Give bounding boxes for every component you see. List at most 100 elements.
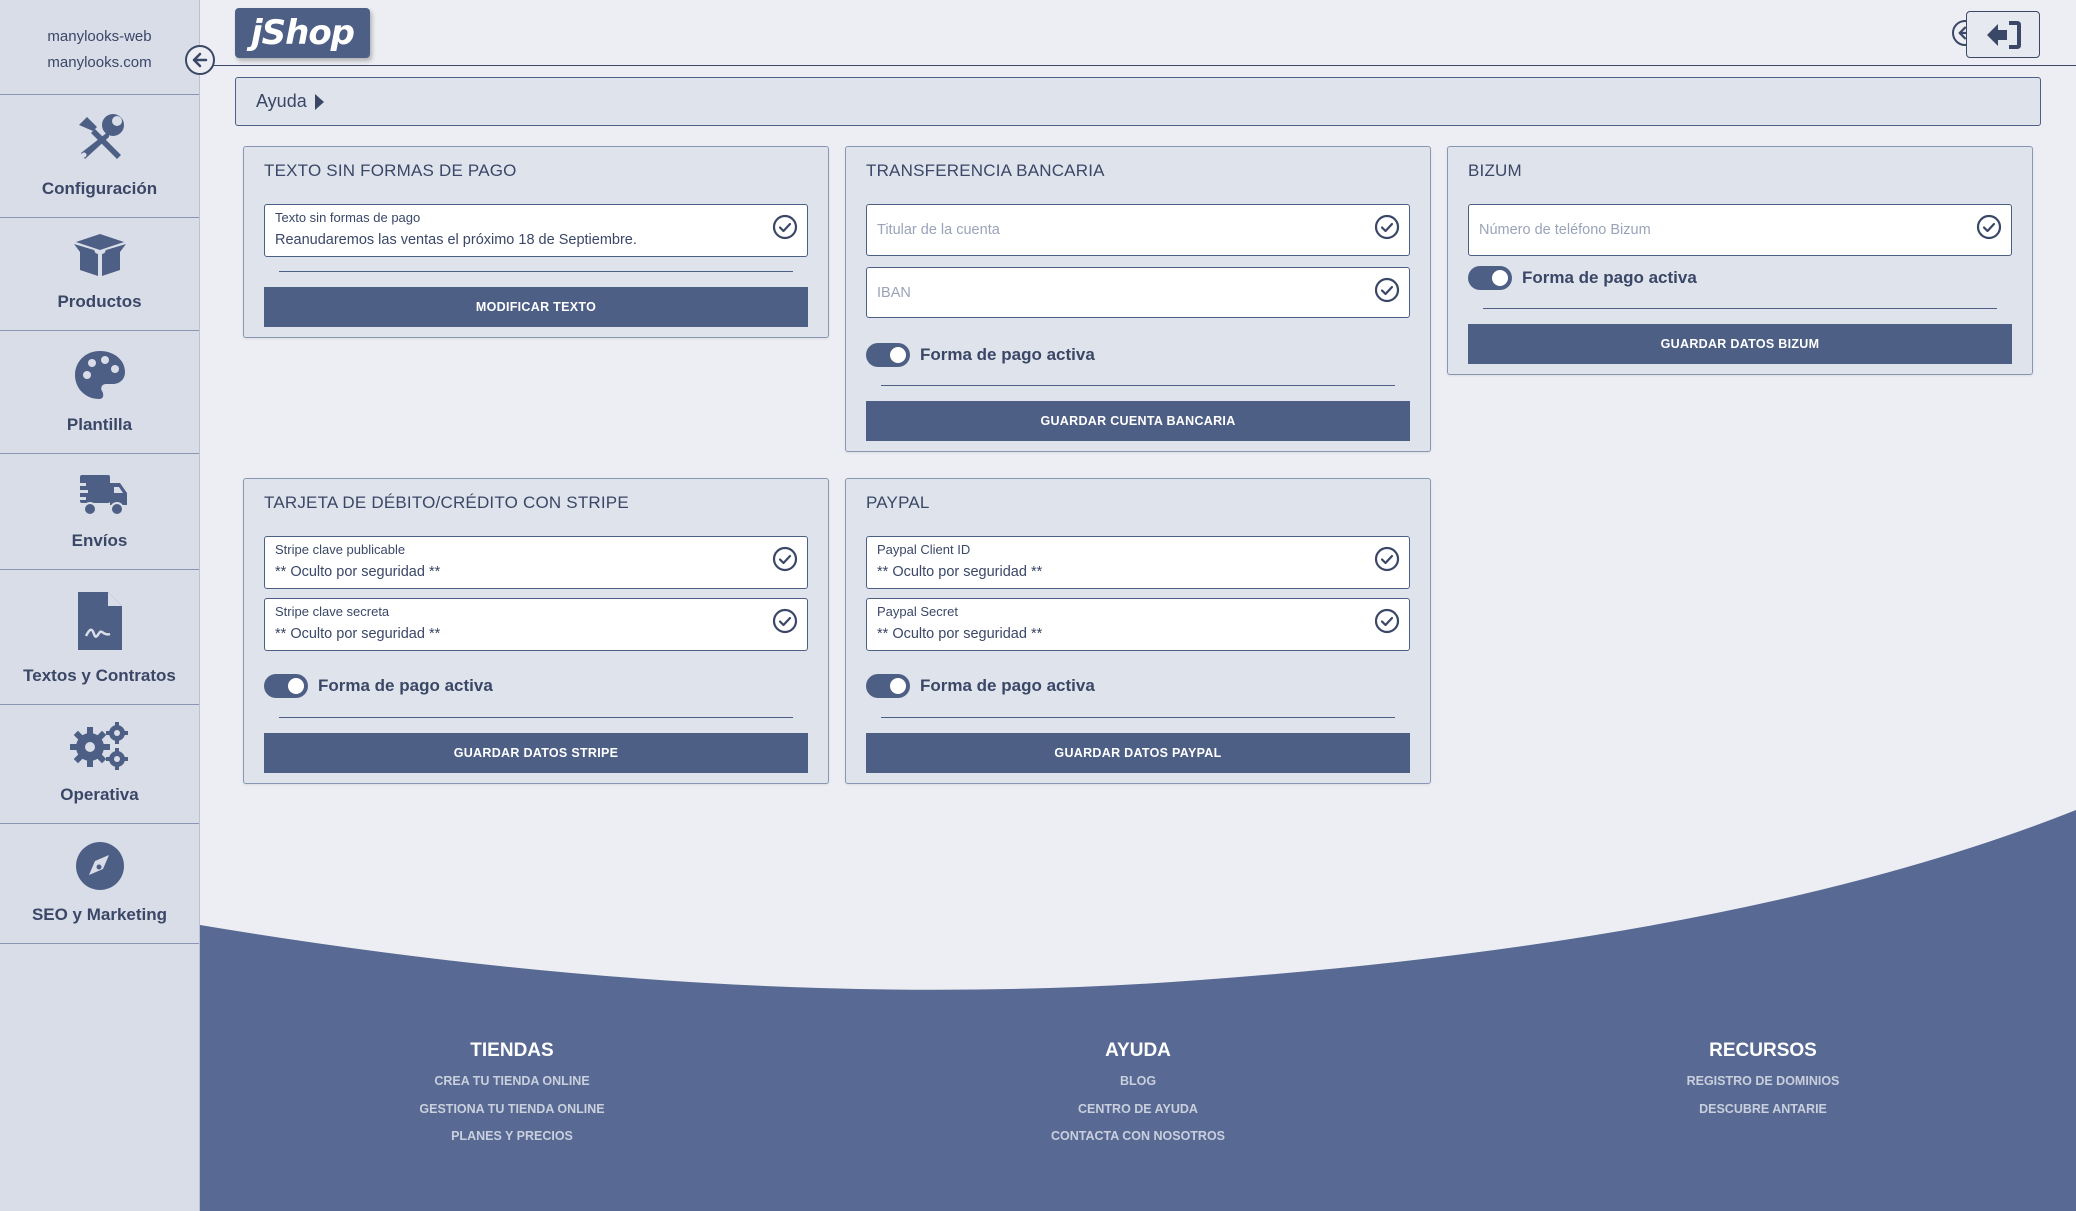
stripe-active-toggle[interactable] bbox=[264, 674, 308, 698]
caret-right-icon bbox=[314, 93, 324, 110]
divider bbox=[1483, 308, 1997, 309]
field-label: Stripe clave secreta bbox=[275, 604, 390, 619]
check-circle-icon bbox=[772, 608, 798, 634]
footer-link[interactable]: REGISTRO DE DOMINIOS bbox=[1613, 1068, 1913, 1096]
check-circle-icon bbox=[1374, 277, 1400, 303]
field-label: Stripe clave publicable bbox=[275, 542, 406, 557]
sidebar-item-plantilla[interactable]: Plantilla bbox=[0, 331, 199, 454]
divider bbox=[881, 385, 1395, 386]
sidebar-item-textos[interactable]: Textos y Contratos bbox=[0, 570, 199, 705]
sidebar-item-seo[interactable]: SEO y Marketing bbox=[0, 824, 199, 944]
paypal-client-id-field[interactable]: Paypal Client ID ** Oculto por seguridad… bbox=[866, 536, 1410, 589]
field-value: ** Oculto por seguridad ** bbox=[275, 626, 441, 642]
field-value: Reanudaremos las ventas el próximo 18 de… bbox=[275, 232, 637, 248]
toggle-label: Forma de pago activa bbox=[1522, 268, 1697, 287]
save-stripe-button[interactable]: GUARDAR DATOS STRIPE bbox=[264, 733, 808, 773]
bizum-phone-field[interactable]: Número de teléfono Bizum bbox=[1468, 204, 2012, 256]
footer-link[interactable]: DESCUBRE ANTARIE bbox=[1613, 1096, 1913, 1124]
logout-button[interactable] bbox=[1966, 11, 2040, 58]
bizum-active-toggle-row: Forma de pago activa bbox=[1468, 266, 1697, 290]
footer-heading: TIENDAS bbox=[470, 1040, 554, 1061]
contract-icon bbox=[77, 592, 122, 650]
card-title: BIZUM bbox=[1468, 161, 1522, 180]
help-label: Ayuda bbox=[256, 91, 307, 111]
check-circle-icon bbox=[772, 546, 798, 572]
field-label: Paypal Client ID bbox=[877, 542, 971, 557]
footer-link[interactable]: PLANES Y PRECIOS bbox=[362, 1123, 662, 1151]
field-value: ** Oculto por seguridad ** bbox=[877, 626, 1043, 642]
arrow-left-icon bbox=[192, 52, 208, 68]
field-value: ** Oculto por seguridad ** bbox=[275, 564, 441, 580]
sidebar-item-label: SEO y Marketing bbox=[31, 905, 168, 924]
field-value: ** Oculto por seguridad ** bbox=[877, 564, 1043, 580]
bank-active-toggle-row: Forma de pago activa bbox=[866, 343, 1095, 367]
footer-background bbox=[200, 810, 2076, 1211]
sidebar-account: manylooks-web manylooks.com bbox=[0, 0, 199, 95]
stripe-active-toggle-row: Forma de pago activa bbox=[264, 674, 493, 698]
field-placeholder: Número de teléfono Bizum bbox=[1479, 222, 1651, 238]
sidebar-item-label: Envíos bbox=[71, 531, 128, 550]
card-stripe: TARJETA DE DÉBITO/CRÉDITO CON STRIPE Str… bbox=[243, 478, 829, 784]
card-title: PAYPAL bbox=[866, 493, 930, 512]
card-bizum: BIZUM Número de teléfono Bizum Forma de … bbox=[1447, 146, 2033, 375]
collapse-sidebar-button[interactable] bbox=[185, 45, 215, 75]
divider bbox=[279, 271, 793, 272]
sidebar-item-productos[interactable]: Productos bbox=[0, 218, 199, 331]
sidebar-item-operativa[interactable]: Operativa bbox=[0, 705, 199, 824]
sidebar-item-label: Configuración bbox=[41, 179, 158, 198]
save-bank-account-button[interactable]: GUARDAR CUENTA BANCARIA bbox=[866, 401, 1410, 441]
footer-column-tiendas: TIENDAS CREA TU TIENDA ONLINE GESTIONA T… bbox=[362, 1040, 662, 1151]
footer-column-recursos: RECURSOS REGISTRO DE DOMINIOS DESCUBRE A… bbox=[1613, 1040, 1913, 1123]
paypal-secret-field[interactable]: Paypal Secret ** Oculto por seguridad ** bbox=[866, 598, 1410, 651]
save-bizum-button[interactable]: GUARDAR DATOS BIZUM bbox=[1468, 324, 2012, 364]
bizum-active-toggle[interactable] bbox=[1468, 266, 1512, 290]
toggle-label: Forma de pago activa bbox=[920, 676, 1095, 695]
card-title: TRANSFERENCIA BANCARIA bbox=[866, 161, 1105, 180]
logout-icon bbox=[1987, 20, 2021, 49]
sidebar-item-label: Productos bbox=[57, 292, 142, 311]
box-icon bbox=[73, 234, 126, 276]
card-paypal: PAYPAL Paypal Client ID ** Oculto por se… bbox=[845, 478, 1431, 784]
account-domain: manylooks.com bbox=[47, 54, 152, 71]
sidebar-item-envios[interactable]: Envíos bbox=[0, 454, 199, 570]
sidebar-item-label: Operativa bbox=[60, 785, 139, 804]
sidebar-item-label: Textos y Contratos bbox=[23, 666, 176, 685]
card-title: TARJETA DE DÉBITO/CRÉDITO CON STRIPE bbox=[264, 493, 629, 512]
stripe-public-key-field[interactable]: Stripe clave publicable ** Oculto por se… bbox=[264, 536, 808, 589]
stripe-secret-key-field[interactable]: Stripe clave secreta ** Oculto por segur… bbox=[264, 598, 808, 651]
topbar: jShop bbox=[200, 0, 2076, 66]
check-circle-icon bbox=[1374, 608, 1400, 634]
no-payment-text-field[interactable]: Texto sin formas de pago Reanudaremos la… bbox=[264, 204, 808, 257]
check-circle-icon bbox=[1374, 214, 1400, 240]
account-holder-field[interactable]: Titular de la cuenta bbox=[866, 204, 1410, 256]
iban-field[interactable]: IBAN bbox=[866, 267, 1410, 318]
footer-link[interactable]: BLOG bbox=[988, 1068, 1288, 1096]
check-circle-icon bbox=[772, 214, 798, 240]
footer-link[interactable]: GESTIONA TU TIENDA ONLINE bbox=[362, 1096, 662, 1124]
card-title: TEXTO SIN FORMAS DE PAGO bbox=[264, 161, 517, 180]
truck-icon bbox=[71, 475, 127, 516]
check-circle-icon bbox=[1976, 214, 2002, 240]
bank-active-toggle[interactable] bbox=[866, 343, 910, 367]
footer-link[interactable]: CONTACTA CON NOSOTROS bbox=[988, 1123, 1288, 1151]
gears-icon bbox=[69, 722, 128, 770]
modify-text-button[interactable]: MODIFICAR TEXTO bbox=[264, 287, 808, 327]
palette-icon bbox=[74, 351, 125, 399]
footer-link[interactable]: CENTRO DE AYUDA bbox=[988, 1096, 1288, 1124]
field-label: Texto sin formas de pago bbox=[275, 210, 421, 225]
sidebar-item-configuracion[interactable]: Configuración bbox=[0, 95, 199, 218]
toggle-label: Forma de pago activa bbox=[318, 676, 493, 695]
account-name: manylooks-web bbox=[47, 28, 152, 45]
compass-icon bbox=[75, 842, 124, 890]
check-circle-icon bbox=[1374, 546, 1400, 572]
field-placeholder: Titular de la cuenta bbox=[877, 222, 1000, 238]
save-paypal-button[interactable]: GUARDAR DATOS PAYPAL bbox=[866, 733, 1410, 773]
paypal-active-toggle[interactable] bbox=[866, 674, 910, 698]
jshop-logo[interactable]: jShop bbox=[235, 8, 370, 58]
card-bank-transfer: TRANSFERENCIA BANCARIA Titular de la cue… bbox=[845, 146, 1431, 452]
footer-link[interactable]: CREA TU TIENDA ONLINE bbox=[362, 1068, 662, 1096]
paypal-active-toggle-row: Forma de pago activa bbox=[866, 674, 1095, 698]
help-toggle[interactable]: Ayuda bbox=[235, 77, 2041, 126]
sidebar: manylooks-web manylooks.com Configuració… bbox=[0, 0, 200, 1211]
divider bbox=[881, 717, 1395, 718]
